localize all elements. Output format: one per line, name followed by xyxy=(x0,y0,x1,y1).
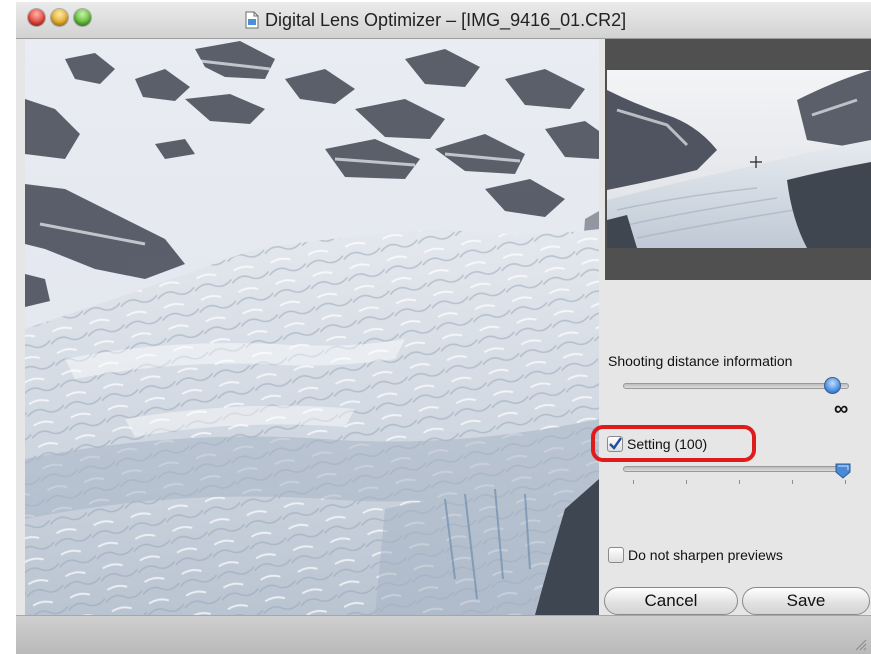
window-title-text: Digital Lens Optimizer – [IMG_9416_01.CR… xyxy=(265,9,627,30)
checkmark-icon xyxy=(609,437,622,450)
setting-label: Setting (100) xyxy=(627,436,708,452)
minimize-button[interactable] xyxy=(51,9,68,26)
no-sharpen-checkbox[interactable] xyxy=(608,547,624,563)
no-sharpen-label: Do not sharpen previews xyxy=(628,547,783,563)
distance-slider-knob[interactable] xyxy=(824,377,841,394)
close-button[interactable] xyxy=(28,9,45,26)
setting-slider-knob[interactable] xyxy=(835,463,851,479)
setting-checkbox[interactable] xyxy=(607,436,623,452)
crosshair-icon xyxy=(750,156,762,168)
distance-label: Shooting distance information xyxy=(608,353,793,369)
window-title: Digital Lens Optimizer – [IMG_9416_01.CR… xyxy=(245,9,626,31)
resize-grip-icon[interactable] xyxy=(853,637,867,651)
preview-image[interactable] xyxy=(25,39,599,615)
cancel-button[interactable]: Cancel xyxy=(604,587,738,615)
save-button[interactable]: Save xyxy=(742,587,870,615)
setting-slider-ticks xyxy=(623,480,847,484)
document-icon xyxy=(245,11,259,29)
navigator-thumbnail[interactable] xyxy=(607,70,871,248)
setting-slider-track[interactable] xyxy=(623,466,849,472)
distance-slider-track[interactable] xyxy=(623,383,849,389)
dlo-window: Digital Lens Optimizer – [IMG_9416_01.CR… xyxy=(16,2,871,654)
title-bar[interactable]: Digital Lens Optimizer – [IMG_9416_01.CR… xyxy=(16,2,871,39)
infinity-symbol: ∞ xyxy=(834,398,849,420)
status-bar xyxy=(16,615,871,654)
zoom-button[interactable] xyxy=(74,9,91,26)
